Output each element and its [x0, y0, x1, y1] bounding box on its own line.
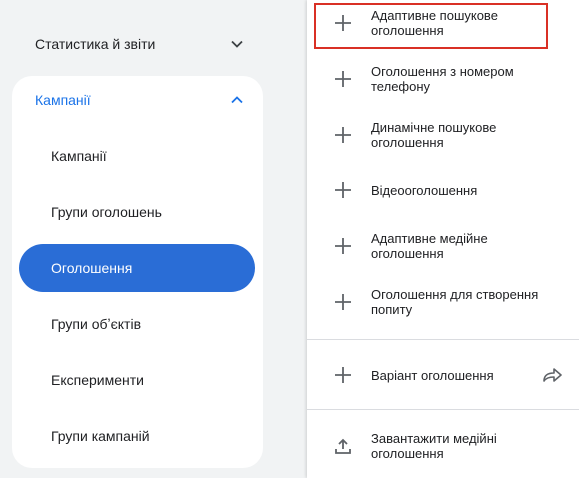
menu-item-label: Адаптивне пошукове оголошення — [371, 8, 498, 38]
nav-item-label: Експерименти — [51, 372, 144, 388]
menu-item-upload-display-ads[interactable]: Завантажити медійні оголошення — [307, 430, 579, 462]
nav-item-label: Групи оголошень — [51, 204, 162, 220]
plus-icon — [333, 180, 353, 200]
upload-icon — [333, 436, 353, 456]
plus-icon — [333, 292, 353, 312]
nav-item-reports[interactable]: Статистика й звіти — [35, 20, 245, 68]
menu-item-label: Відеооголошення — [371, 182, 478, 198]
menu-item-label: Завантажити медійні оголошення — [371, 431, 497, 461]
menu-item-video-ad[interactable]: Відеооголошення — [307, 174, 579, 206]
menu-item-label: Оголошення з номером телефону — [371, 64, 514, 94]
nav-item-label: Оголошення — [51, 260, 133, 276]
nav-item-label: Кампанії — [51, 148, 107, 164]
chevron-down-icon — [231, 40, 243, 48]
menu-item-dynamic-search-ad[interactable]: Динамічне пошукове оголошення — [307, 119, 579, 151]
nav-item-label: Групи обʼєктів — [51, 316, 142, 332]
create-ad-menu: Адаптивне пошукове оголошення Оголошення… — [307, 0, 579, 478]
campaigns-section-label: Кампанії — [35, 92, 91, 108]
menu-item-ad-variation[interactable]: Варіант оголошення — [307, 359, 579, 391]
menu-item-call-ad[interactable]: Оголошення з номером телефону — [307, 63, 579, 95]
menu-item-label: Оголошення для створення попиту — [371, 287, 539, 317]
campaigns-section-header[interactable]: Кампанії — [35, 76, 245, 124]
plus-icon — [333, 69, 353, 89]
menu-item-responsive-display-ad[interactable]: Адаптивне медійне оголошення — [307, 230, 579, 262]
menu-item-responsive-search-ad[interactable]: Адаптивне пошукове оголошення — [307, 7, 579, 39]
nav-item-campaigns[interactable]: Кампанії — [19, 132, 255, 180]
nav-item-asset-groups[interactable]: Групи обʼєктів — [19, 300, 255, 348]
stage: Статистика й звіти Кампанії Кампанії Гру… — [0, 0, 579, 478]
menu-item-label: Адаптивне медійне оголошення — [371, 231, 488, 261]
menu-item-demand-gen-ad[interactable]: Оголошення для створення попиту — [307, 286, 579, 318]
nav-item-reports-label: Статистика й звіти — [35, 36, 156, 52]
plus-icon — [333, 13, 353, 33]
nav-item-label: Групи кампаній — [51, 428, 150, 444]
menu-item-label: Варіант оголошення — [371, 367, 494, 383]
plus-icon — [333, 236, 353, 256]
nav-item-campaign-groups[interactable]: Групи кампаній — [19, 412, 255, 460]
menu-item-label: Динамічне пошукове оголошення — [371, 120, 497, 150]
plus-icon — [333, 365, 353, 385]
nav-item-experiments[interactable]: Експерименти — [19, 356, 255, 404]
nav-item-ad-groups[interactable]: Групи оголошень — [19, 188, 255, 236]
share-arrow-icon — [543, 368, 562, 382]
menu-divider — [307, 409, 579, 410]
campaigns-section: Кампанії Кампанії Групи оголошень Оголош… — [12, 76, 263, 468]
nav-item-ads[interactable]: Оголошення — [19, 244, 255, 292]
chevron-up-icon — [231, 96, 243, 104]
menu-divider — [307, 339, 579, 340]
plus-icon — [333, 125, 353, 145]
left-nav: Статистика й звіти Кампанії Кампанії Гру… — [0, 0, 300, 478]
